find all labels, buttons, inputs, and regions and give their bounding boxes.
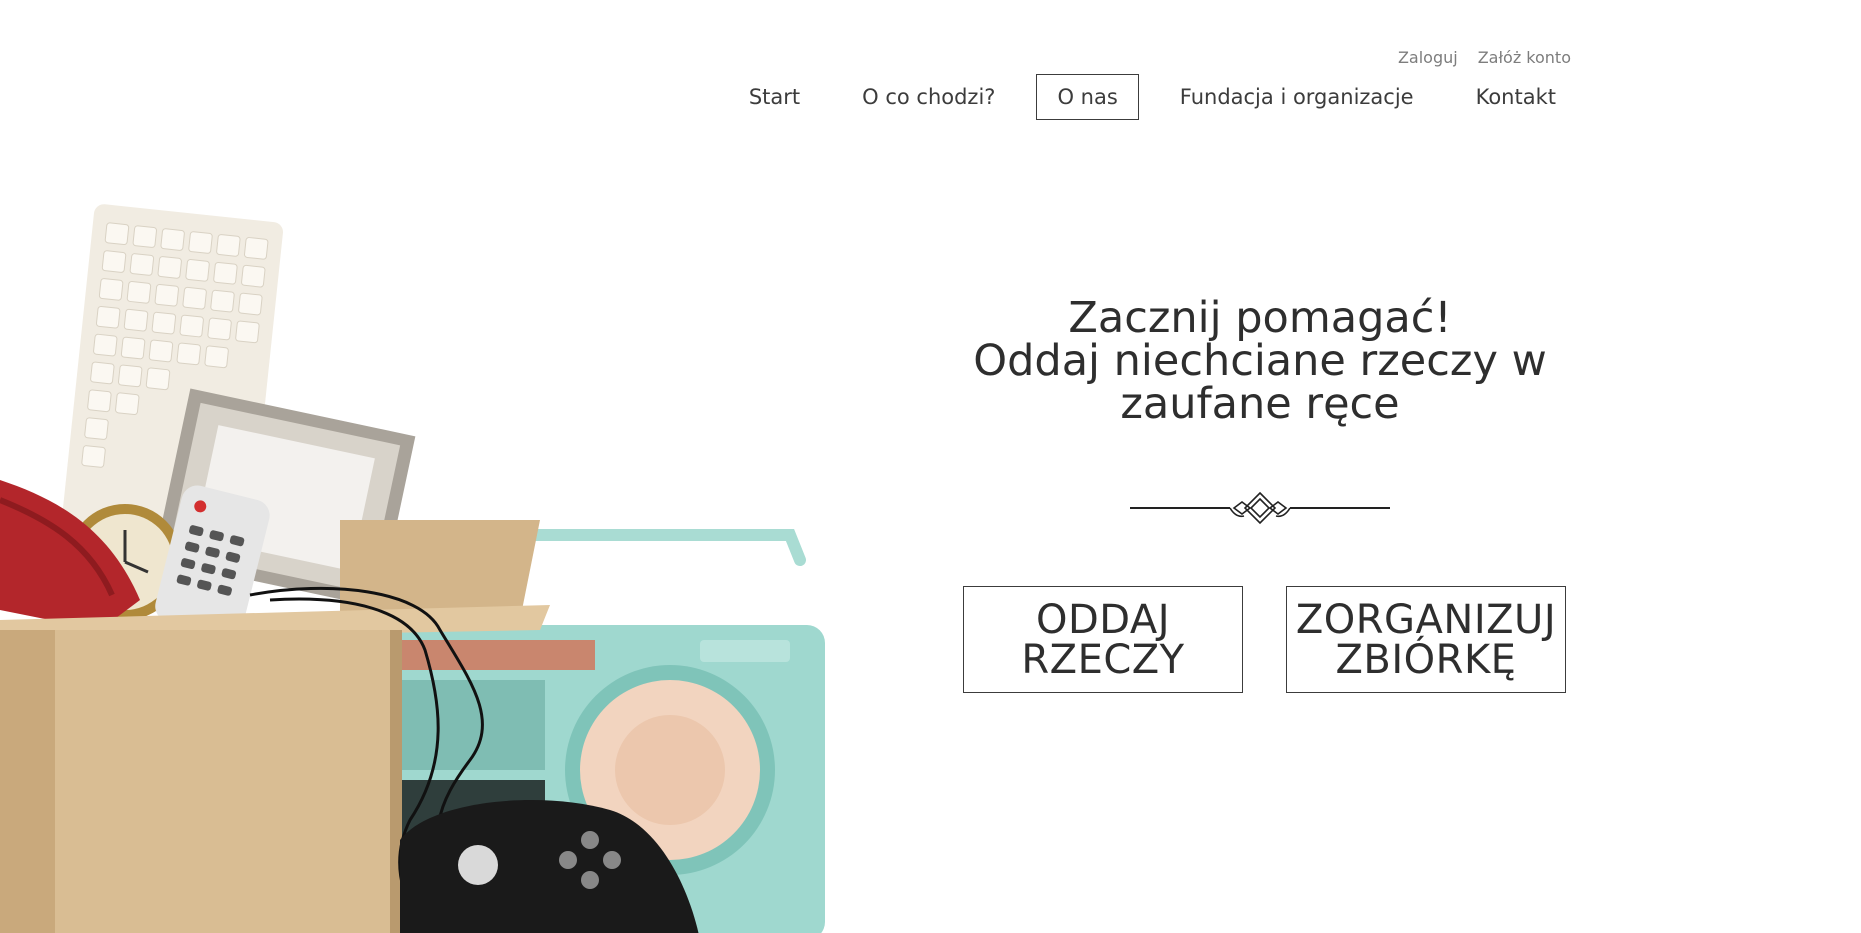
organize-collection-line-2: ZBIÓRKĘ — [1335, 636, 1517, 683]
headline-line-3: zaufane ręce — [1120, 379, 1400, 429]
auth-links: Zaloguj Załóż konto — [1398, 48, 1571, 67]
give-items-line-2: RZECZY — [1021, 636, 1185, 683]
register-link[interactable]: Załóż konto — [1478, 48, 1571, 67]
nav-item-contact[interactable]: Kontakt — [1455, 74, 1577, 120]
nav-item-foundations[interactable]: Fundacja i organizacje — [1159, 74, 1435, 120]
headline-line-2: Oddaj niechciane rzeczy w — [973, 336, 1547, 386]
give-items-line-1: ODDAJ — [1035, 596, 1171, 643]
organize-collection-button[interactable]: ZORGANIZUJ ZBIÓRKĘ — [1286, 586, 1566, 693]
hero-headline: Zacznij pomagać! Oddaj niechciane rzeczy… — [960, 297, 1560, 426]
headline-line-1: Zacznij pomagać! — [1068, 293, 1452, 343]
main-nav: Start O co chodzi? O nas Fundacja i orga… — [728, 74, 1577, 120]
page: Zaloguj Załóż konto Start O co chodzi? O… — [0, 0, 1861, 933]
give-items-button[interactable]: ODDAJ RZECZY — [963, 586, 1243, 693]
nav-item-about-us[interactable]: O nas — [1036, 74, 1139, 120]
nav-item-start[interactable]: Start — [728, 74, 821, 120]
nav-item-about-idea[interactable]: O co chodzi? — [841, 74, 1016, 120]
login-link[interactable]: Zaloguj — [1398, 48, 1458, 67]
decorative-divider-icon — [1130, 491, 1390, 525]
box-of-donated-items-image — [0, 204, 825, 933]
organize-collection-line-1: ZORGANIZUJ — [1295, 596, 1557, 643]
